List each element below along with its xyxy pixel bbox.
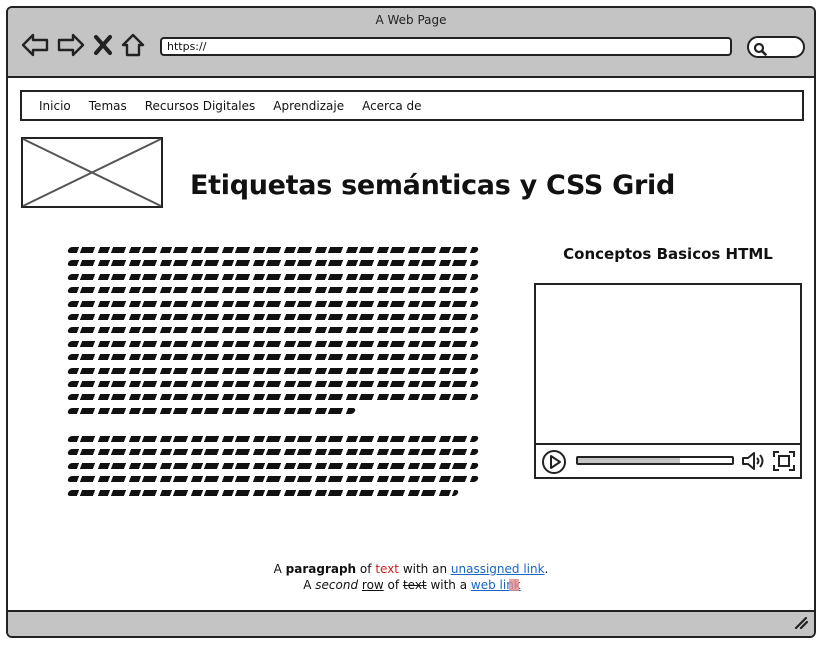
forward-arrow-icon[interactable] bbox=[56, 32, 86, 58]
text-span: . bbox=[544, 562, 549, 576]
text-span: A bbox=[273, 562, 286, 576]
nav-item-inicio[interactable]: Inicio bbox=[39, 99, 71, 113]
nav-item-aprendizaje[interactable]: Aprendizaje bbox=[273, 99, 344, 113]
video-player[interactable] bbox=[534, 283, 802, 479]
strikethrough-text: text bbox=[402, 578, 427, 592]
video-progress-fill bbox=[578, 458, 680, 463]
text-span: of bbox=[356, 562, 376, 576]
nav-item-temas[interactable]: Temas bbox=[89, 99, 127, 113]
underlined-text: row bbox=[361, 578, 384, 592]
aside-title: Conceptos Basicos HTML bbox=[563, 245, 773, 263]
text-span: with a bbox=[426, 578, 471, 592]
link-cursor-icon bbox=[508, 579, 519, 591]
page-title: Etiquetas semánticas y CSS Grid bbox=[190, 170, 676, 201]
footer-paragraph: A paragraph of text with an unassigned l… bbox=[8, 561, 814, 593]
volume-icon[interactable] bbox=[741, 450, 767, 476]
paragraph-placeholder-2 bbox=[66, 436, 480, 503]
home-icon[interactable] bbox=[120, 32, 146, 58]
browser-statusbar bbox=[8, 610, 814, 636]
text-span: with an bbox=[399, 562, 451, 576]
red-text: text bbox=[375, 562, 399, 576]
paragraph-placeholder-1 bbox=[66, 247, 480, 421]
resize-grip-icon[interactable] bbox=[792, 614, 809, 633]
footer-line-1: A paragraph of text with an unassigned l… bbox=[8, 561, 814, 577]
italic-text: second bbox=[315, 578, 359, 592]
browser-window: A Web Page https:// Inicio Temas Recurso… bbox=[6, 6, 816, 638]
video-progress-bar[interactable] bbox=[576, 456, 734, 465]
text-span: of bbox=[383, 578, 403, 592]
nav-item-recursos-digitales[interactable]: Recursos Digitales bbox=[145, 99, 256, 113]
main-nav: Inicio Temas Recursos Digitales Aprendiz… bbox=[20, 90, 804, 121]
address-bar[interactable]: https:// bbox=[160, 37, 732, 56]
image-placeholder bbox=[21, 137, 163, 208]
browser-search-box[interactable] bbox=[747, 36, 805, 58]
bold-text: paragraph bbox=[285, 562, 357, 576]
fullscreen-icon[interactable] bbox=[772, 450, 796, 476]
nav-item-acerca-de[interactable]: Acerca de bbox=[362, 99, 421, 113]
window-title: A Web Page bbox=[375, 13, 447, 27]
text-span: A bbox=[303, 578, 316, 592]
footer-line-2: A second row of text with a web link bbox=[8, 577, 814, 593]
browser-nav-buttons bbox=[20, 30, 146, 60]
unassigned-link[interactable]: unassigned link bbox=[451, 562, 545, 576]
back-arrow-icon[interactable] bbox=[20, 32, 50, 58]
browser-titlebar: A Web Page https:// bbox=[8, 8, 814, 78]
close-icon[interactable] bbox=[92, 32, 114, 58]
search-icon bbox=[753, 41, 767, 60]
play-icon[interactable] bbox=[541, 449, 567, 479]
video-controls bbox=[536, 443, 800, 477]
